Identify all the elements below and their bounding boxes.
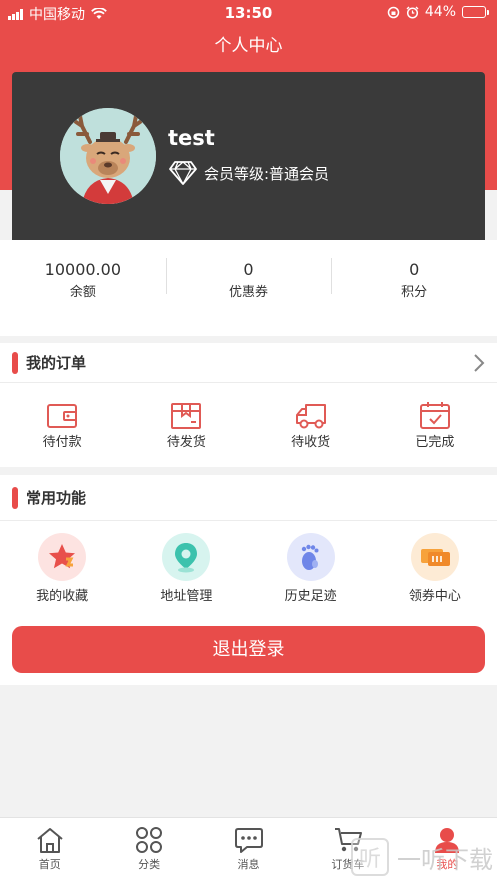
alarm-icon: [406, 6, 419, 19]
stat-label: 积分: [401, 285, 428, 300]
stat-value: 10000.00: [44, 260, 121, 279]
diamond-icon: [169, 161, 197, 185]
functions-title: 常用功能: [26, 489, 87, 507]
chevron-right-icon[interactable]: [473, 353, 485, 373]
function-coupon-center[interactable]: 领券中心: [373, 521, 497, 621]
function-label: 历史足迹: [284, 589, 337, 604]
calendar-check-icon: [419, 402, 450, 429]
footprint-icon: [286, 533, 335, 581]
avatar[interactable]: [60, 108, 156, 204]
order-label: 待付款: [42, 435, 82, 450]
order-pending-receipt[interactable]: 待收货: [249, 383, 373, 467]
message-icon: [234, 828, 263, 853]
section-marker: [12, 351, 18, 374]
profile-card: test 会员等级:普通会员: [12, 72, 485, 240]
stat-label: 余额: [69, 285, 96, 300]
stat-value: 0: [243, 260, 254, 279]
logout-button[interactable]: 退出登录: [12, 626, 485, 673]
tab-label: 分类: [138, 858, 161, 871]
watermark-text: 一听下载: [397, 845, 493, 874]
order-completed[interactable]: 已完成: [373, 383, 497, 467]
member-level-text: 会员等级:普通会员: [204, 164, 330, 183]
page-title: 个人中心: [214, 36, 283, 56]
section-marker: [12, 486, 18, 509]
function-label: 我的收藏: [36, 589, 89, 604]
tab-messages[interactable]: 消息: [199, 818, 298, 883]
stat-label: 优惠券: [229, 285, 269, 300]
location-icon: [162, 533, 211, 581]
watermark-glyph: 听: [351, 838, 389, 876]
tab-category[interactable]: 分类: [99, 818, 198, 883]
orientation-lock-icon: [387, 6, 400, 18]
category-icon: [136, 827, 163, 853]
coupon-icon: [410, 533, 459, 581]
wallet-icon: [47, 404, 78, 428]
app-screen: 中国移动 13:50 44% 个人中心 test 会员等级:普通会员 10000…: [0, 0, 497, 883]
truck-icon: [295, 404, 326, 429]
watermark-logo: 听 一听下载: [351, 838, 493, 876]
order-label: 待收货: [291, 435, 331, 450]
account-stats: 10000.00 余额 0 优惠券 0 积分: [0, 240, 497, 336]
order-pending-payment[interactable]: 待付款: [0, 383, 124, 467]
tab-home[interactable]: 首页: [0, 818, 99, 883]
stat-value: 0: [409, 260, 420, 279]
battery-percent: 44%: [424, 4, 456, 20]
stat-balance[interactable]: 10000.00 余额: [0, 240, 166, 336]
member-level: 会员等级:普通会员: [168, 160, 329, 186]
status-right: 44%: [387, 4, 489, 20]
functions-grid: 我的收藏 地址管理 历史足迹 领券中心: [0, 521, 497, 621]
function-label: 地址管理: [160, 589, 213, 604]
star-icon: [38, 533, 87, 581]
stat-points[interactable]: 0 积分: [331, 240, 497, 336]
tab-label: 首页: [38, 858, 61, 871]
order-pending-shipment[interactable]: 待发货: [124, 383, 248, 467]
order-label: 已完成: [415, 435, 455, 450]
home-icon: [37, 828, 63, 853]
function-history[interactable]: 历史足迹: [249, 521, 373, 621]
status-bar: 中国移动 13:50 44%: [0, 0, 497, 26]
functions-header: 常用功能: [0, 475, 497, 521]
order-label: 待发货: [166, 435, 206, 450]
function-address[interactable]: 地址管理: [124, 521, 248, 621]
package-icon: [171, 403, 202, 429]
orders-section: 我的订单 待付款 待发货 待收货 已完成: [0, 343, 497, 467]
orders-title: 我的订单: [26, 354, 87, 372]
tab-label: 消息: [237, 858, 260, 871]
username: test: [168, 126, 215, 150]
stat-coupons[interactable]: 0 优惠券: [165, 240, 332, 336]
function-favorites[interactable]: 我的收藏: [0, 521, 124, 621]
battery-icon: [462, 6, 489, 18]
reindeer-avatar-image: [60, 108, 156, 204]
orders-grid: 待付款 待发货 待收货 已完成: [0, 383, 497, 467]
function-label: 领券中心: [408, 589, 461, 604]
orders-header[interactable]: 我的订单: [0, 343, 497, 383]
